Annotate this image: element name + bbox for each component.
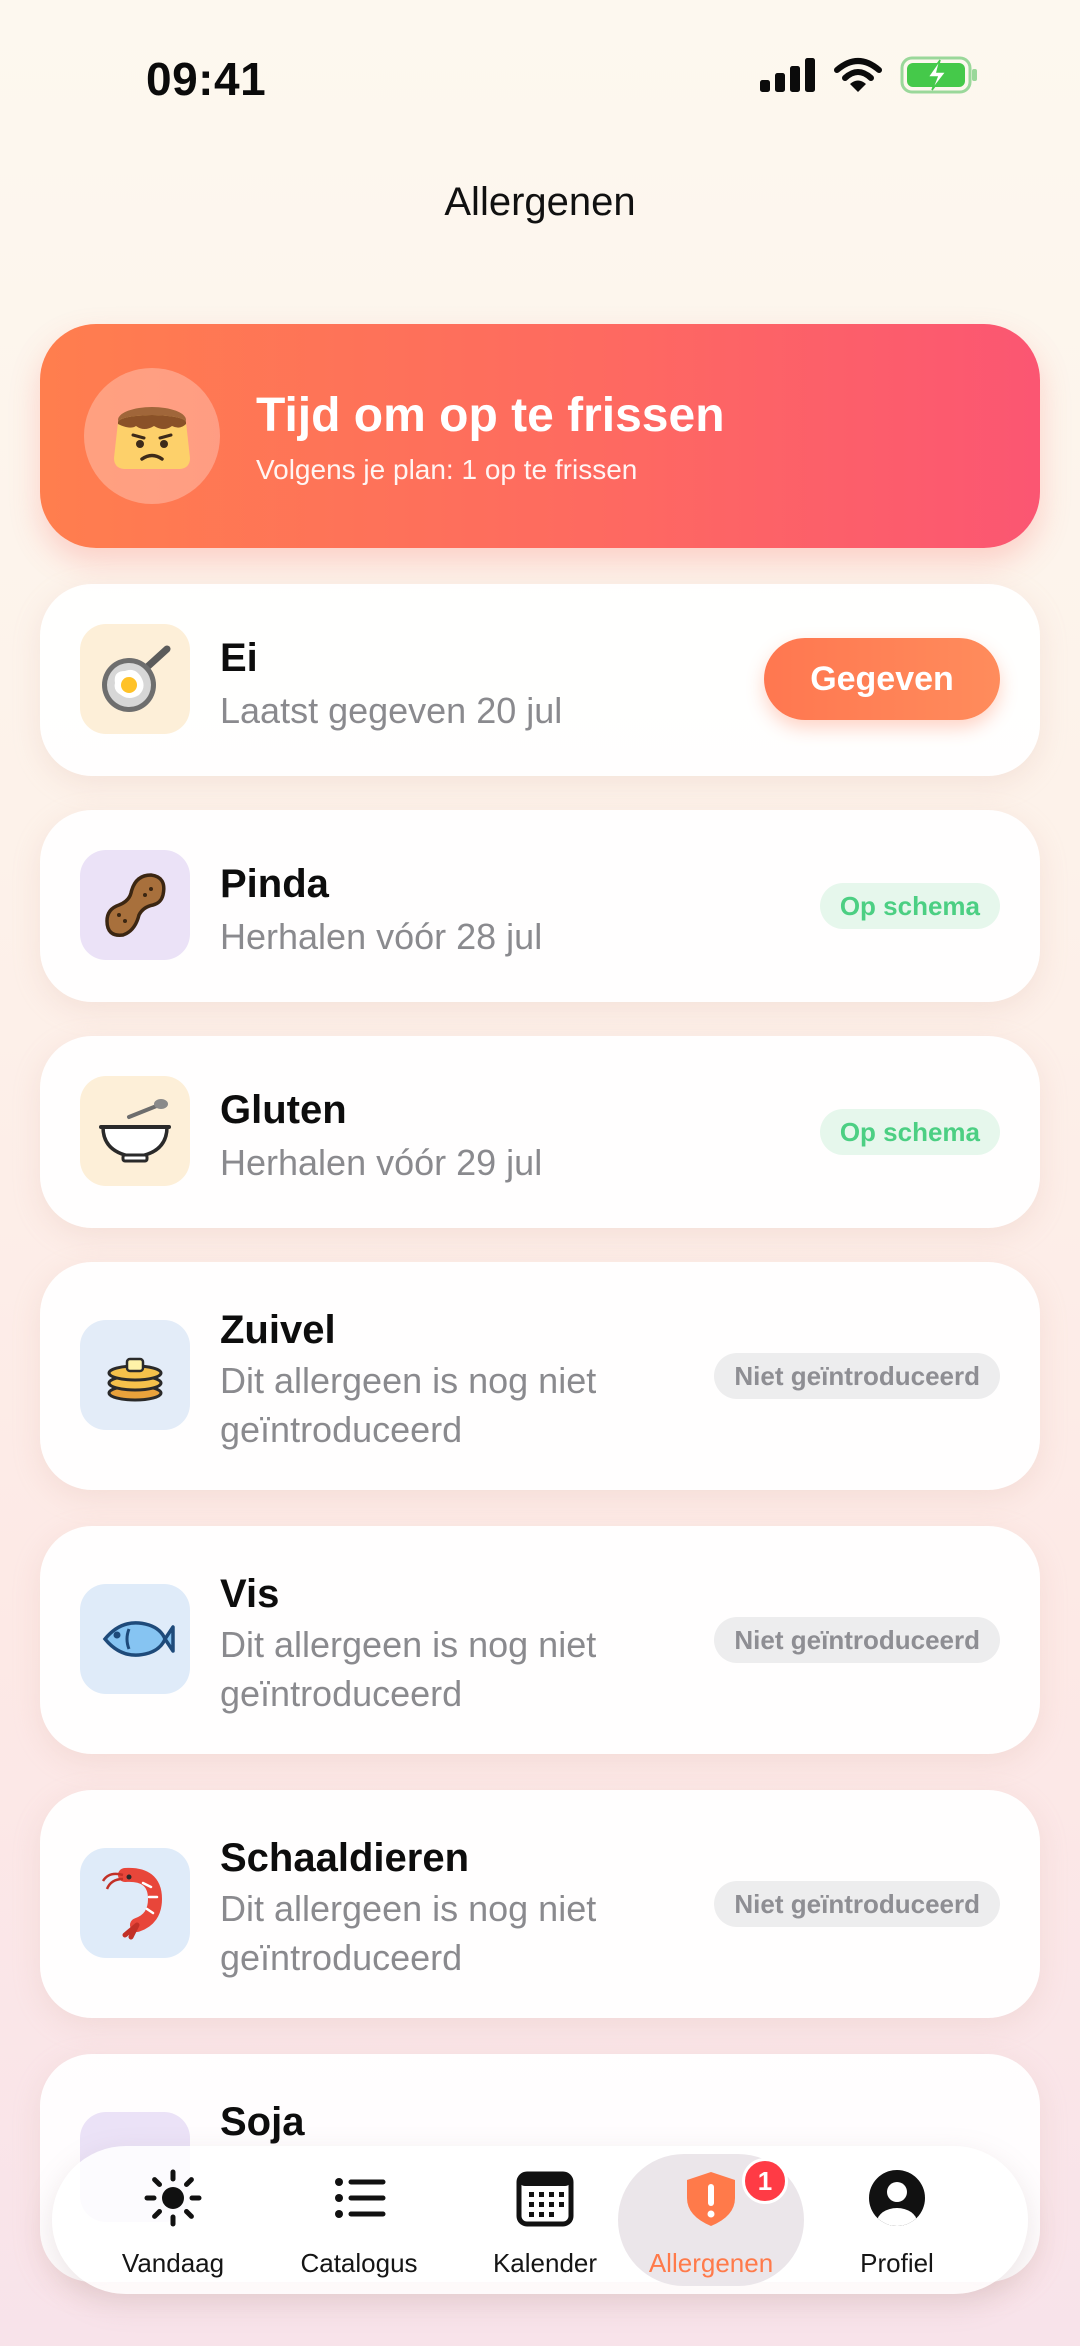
allergen-name: Ei: [220, 636, 258, 680]
list-icon: [335, 2178, 386, 2218]
tab-label: Vandaag: [121, 2248, 225, 2278]
page-title: Allergenen: [444, 180, 636, 224]
status-badge: Niet geïntroduceerd: [714, 1353, 1000, 1399]
pancakes-butter-icon: [80, 1320, 190, 1430]
status-badge: Niet geïntroduceerd: [714, 1617, 1000, 1663]
allergen-card-pinda[interactable]: Pinda Herhalen vóór 28 jul Op schema: [40, 810, 1040, 1002]
peanut-icon: [80, 850, 190, 960]
tab-kalender[interactable]: Kalender: [452, 2154, 638, 2286]
tab-label: Catalogus: [300, 2248, 418, 2278]
allergen-card-ei[interactable]: Ei Laatst gegeven 20 jul Gegeven: [40, 584, 1040, 776]
status-bar: 09:41: [0, 0, 1080, 150]
given-button[interactable]: Gegeven: [764, 638, 1000, 720]
allergen-name: Soja: [220, 2100, 305, 2144]
allergen-name: Vis: [220, 1572, 280, 1616]
allergen-subtitle: Herhalen vóór 29 jul: [220, 1142, 543, 1183]
tab-catalogus[interactable]: Catalogus: [266, 2154, 452, 2286]
allergen-subtitle: Herhalen vóór 28 jul: [220, 916, 543, 957]
battery-charging-icon: [900, 56, 977, 94]
banner-subtitle: Volgens je plan: 1 op te frissen: [256, 454, 638, 485]
status-time: 09:41: [146, 53, 267, 105]
tab-allergenen[interactable]: 1 Allergenen: [618, 2154, 804, 2286]
allergen-subtitle: Laatst gegeven 20 jul: [220, 690, 563, 731]
allergen-name: Zuivel: [220, 1308, 336, 1352]
tab-label: Kalender: [492, 2248, 598, 2278]
calendar-icon: [516, 2171, 574, 2227]
worried-pudding-icon: [84, 368, 220, 504]
allergen-card-gluten[interactable]: Gluten Herhalen vóór 29 jul Op schema: [40, 1036, 1040, 1228]
status-icons: [760, 56, 980, 94]
person-icon: [869, 2170, 925, 2226]
fish-icon: [80, 1584, 190, 1694]
wifi-icon: [834, 58, 882, 92]
allergen-name: Schaaldieren: [220, 1836, 470, 1880]
allergen-subtitle: Dit allergeen is nog niet geïntroduceerd: [220, 1888, 597, 1978]
sun-icon: [144, 2169, 202, 2227]
tab-bar: Vandaag Catalogus Kalender 1 Allergenen …: [52, 2146, 1028, 2294]
allergen-subtitle: Dit allergeen is nog niet geïntroduceerd: [220, 1360, 597, 1450]
banner-title: Tijd om op te frissen: [256, 389, 725, 442]
tab-profiel[interactable]: Profiel: [804, 2154, 990, 2286]
allergen-name: Pinda: [220, 862, 329, 906]
tab-label: Profiel: [860, 2248, 934, 2278]
tab-vandaag[interactable]: Vandaag: [80, 2154, 266, 2286]
notification-badge: 1: [742, 2158, 788, 2204]
allergen-card-zuivel[interactable]: Zuivel Dit allergeen is nog niet geïntro…: [40, 1262, 1040, 1490]
status-badge: Op schema: [819, 1109, 1000, 1155]
status-badge: Niet geïntroduceerd: [714, 1881, 1000, 1927]
shield-alert-icon: [687, 2172, 735, 2226]
allergen-name: Gluten: [220, 1088, 347, 1132]
tab-label: Allergenen: [648, 2248, 774, 2278]
shrimp-icon: [80, 1848, 190, 1958]
allergen-card-schaaldieren[interactable]: Schaaldieren Dit allergeen is nog niet g…: [40, 1790, 1040, 2018]
cellular-signal-icon: [760, 58, 815, 92]
fried-egg-pan-icon: [80, 624, 190, 734]
allergen-card-vis[interactable]: Vis Dit allergeen is nog niet geïntroduc…: [40, 1526, 1040, 1754]
refresh-banner[interactable]: Tijd om op te frissen Volgens je plan: 1…: [40, 324, 1040, 548]
cereal-bowl-icon: [80, 1076, 190, 1186]
status-badge: Op schema: [819, 883, 1000, 929]
allergen-subtitle: Dit allergeen is nog niet geïntroduceerd: [220, 1624, 597, 1714]
